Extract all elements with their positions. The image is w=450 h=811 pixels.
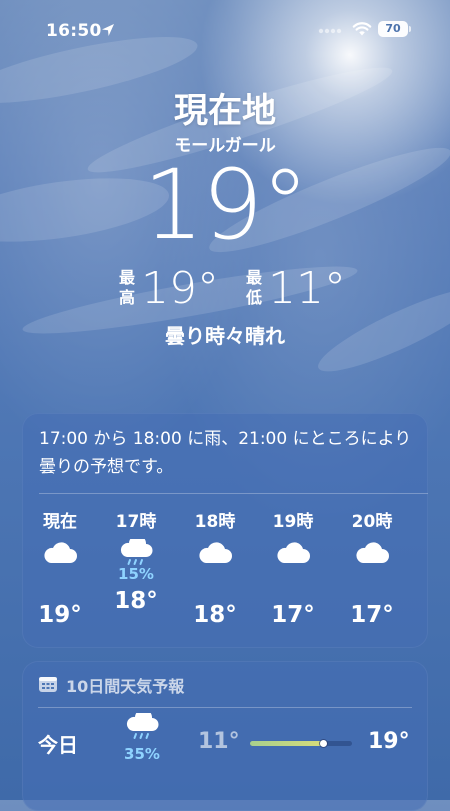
day-label: 今日 bbox=[38, 733, 78, 757]
forecast-summary: 17:00 から 18:00 に雨、21:00 にところにより曇りの予想です。 bbox=[39, 429, 412, 477]
high-low: 最高 19° 最低 11° bbox=[0, 262, 450, 322]
hour-item: 現在 19° bbox=[30, 507, 90, 628]
location-arrow-icon bbox=[102, 24, 114, 36]
battery-icon: 70 bbox=[378, 21, 408, 37]
high-temp: 19° bbox=[141, 263, 219, 314]
hour-precip bbox=[185, 579, 245, 597]
location-title: 現在地 bbox=[174, 91, 276, 131]
day-precip: 35% bbox=[124, 745, 160, 763]
status-bar: 16:50 70 bbox=[0, 0, 450, 60]
status-time: 16:50 bbox=[46, 21, 102, 41]
daily-forecast-card[interactable]: 10日間天気予報 今日 35% 11° 19° bbox=[22, 661, 428, 811]
hour-item: 20時 17° bbox=[342, 507, 402, 628]
cloud-icon bbox=[356, 542, 389, 563]
cloud-icon bbox=[277, 542, 310, 563]
hour-label: 現在 bbox=[43, 512, 77, 532]
current-temp-marker bbox=[319, 740, 327, 747]
temperature-range-bar bbox=[250, 740, 352, 747]
hour-label: 20時 bbox=[351, 512, 393, 532]
day-low-temp: 11° bbox=[198, 729, 240, 754]
calendar-icon bbox=[39, 677, 57, 692]
battery-cap bbox=[409, 26, 411, 32]
hour-temp: 17° bbox=[350, 602, 394, 628]
hour-precip bbox=[342, 579, 402, 597]
hourly-forecast-card[interactable]: 17:00 から 18:00 に雨、21:00 にところにより曇りの予想です。 … bbox=[22, 413, 428, 648]
cloud-icon bbox=[199, 542, 232, 563]
low-temp: 11° bbox=[268, 263, 346, 314]
hour-precip bbox=[30, 579, 90, 597]
wifi-icon bbox=[352, 22, 372, 36]
hour-item: 17時 15% 18° bbox=[106, 507, 166, 614]
hour-label: 19時 bbox=[272, 512, 314, 532]
daily-title: 10日間天気予報 bbox=[66, 677, 185, 696]
high-label: 最高 bbox=[116, 268, 138, 308]
daily-divider bbox=[38, 707, 412, 708]
cellular-icon bbox=[318, 28, 342, 34]
low-label-text: 最低 bbox=[245, 268, 262, 307]
hour-temp: 17° bbox=[271, 602, 315, 628]
hour-temp: 19° bbox=[38, 602, 82, 628]
hour-item: 19時 17° bbox=[263, 507, 323, 628]
condition-text: 曇り時々晴れ bbox=[165, 324, 285, 348]
hour-precip: 15% bbox=[118, 565, 154, 583]
hour-label: 17時 bbox=[115, 512, 157, 532]
low-label: 最低 bbox=[243, 268, 265, 308]
high-label-text: 最高 bbox=[118, 268, 135, 307]
hour-temp: 18° bbox=[193, 602, 237, 628]
hour-temp: 18° bbox=[114, 588, 158, 614]
hour-precip bbox=[263, 579, 323, 597]
current-temperature: 19° bbox=[142, 149, 309, 261]
hourly-divider bbox=[39, 493, 428, 494]
temperature-range-fill bbox=[250, 741, 324, 746]
hour-label: 18時 bbox=[194, 512, 236, 532]
hour-item: 18時 18° bbox=[185, 507, 245, 628]
cloud-rain-icon bbox=[126, 708, 159, 739]
day-high-temp: 19° bbox=[368, 729, 410, 754]
cloud-icon bbox=[44, 542, 77, 563]
